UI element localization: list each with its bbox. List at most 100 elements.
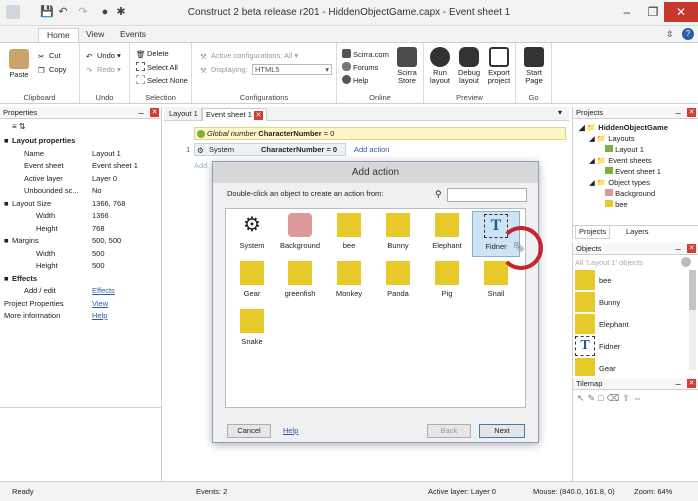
objects-list-item-gear[interactable]: Gear xyxy=(575,358,685,376)
help-link[interactable]: Help xyxy=(342,75,368,85)
view-link[interactable]: View xyxy=(92,298,108,310)
section-effects[interactable]: ■ Effects xyxy=(4,273,160,286)
global-variable-row[interactable]: Global number CharacterNumber = 0 xyxy=(194,127,566,140)
eraser-icon[interactable]: ⌫ xyxy=(607,393,623,403)
cancel-button[interactable]: Cancel xyxy=(227,424,271,438)
prop-name[interactable]: Name Layout 1 xyxy=(4,148,160,161)
chevron-icon[interactable]: ⇳ xyxy=(666,29,674,40)
tree-layouts[interactable]: ◢ 📁 Layouts xyxy=(579,133,689,144)
prop-effects[interactable]: Add / edit Effects xyxy=(4,285,160,298)
start-page-button[interactable]: Start Page xyxy=(521,47,547,85)
run-layout-button[interactable]: Run layout xyxy=(427,47,453,85)
restore-button[interactable]: ❐ xyxy=(640,2,666,22)
pencil-icon[interactable]: ✎ xyxy=(588,393,599,403)
tab-close-icon[interactable]: ✕ xyxy=(253,111,263,120)
prop-layout-width[interactable]: Width 1366 xyxy=(4,210,160,223)
scirra-store-button[interactable]: Scirra Store xyxy=(393,47,421,85)
effects-link[interactable]: Effects xyxy=(92,285,115,297)
object-system[interactable]: ⚙ System xyxy=(228,211,276,257)
redo-button[interactable]: ↷ Redo ▾ xyxy=(86,65,121,75)
prop-layout-size[interactable]: ■ Layout Size 1366, 768 xyxy=(4,198,160,211)
search-input[interactable] xyxy=(447,188,527,202)
prop-layout-height[interactable]: Height 768 xyxy=(4,223,160,236)
objects-scrollbar[interactable] xyxy=(689,270,696,370)
displaying-select[interactable]: HTML5 ▾ xyxy=(252,64,332,75)
prop-margins[interactable]: ■ Margins 500, 500 xyxy=(4,235,160,248)
tree-bee[interactable]: bee xyxy=(579,199,689,207)
export-project-button[interactable]: Export project xyxy=(485,47,513,85)
tree-event-sheet-1[interactable]: Event sheet 1 xyxy=(579,166,689,177)
tree-object-types[interactable]: ◢ 📁 Object types xyxy=(579,177,689,188)
properties-close-icon[interactable]: ✕ xyxy=(150,108,159,117)
mirror-icon[interactable]: ⇔ xyxy=(633,393,645,403)
projects-close-icon[interactable]: ✕ xyxy=(687,108,696,117)
tab-events[interactable]: Events xyxy=(112,28,154,42)
doc-tab-event-sheet[interactable]: Event sheet 1 ✕ xyxy=(202,108,267,121)
tab-home[interactable]: Home xyxy=(38,28,79,42)
debug-layout-button[interactable]: Debug layout xyxy=(456,47,482,85)
object-monkey[interactable]: Monkey xyxy=(325,259,373,305)
paste-button[interactable]: Paste xyxy=(6,49,32,79)
prop-margins-height[interactable]: Height 500 xyxy=(4,260,160,273)
objects-close-icon[interactable]: ✕ xyxy=(687,244,696,253)
forums-link[interactable]: Forums xyxy=(342,62,378,72)
minimize-button[interactable]: – xyxy=(614,2,640,22)
object-bunny[interactable]: Bunny xyxy=(374,211,422,257)
scirra-link[interactable]: Scirra.com xyxy=(342,49,389,59)
object-gear[interactable]: Gear xyxy=(228,259,276,305)
doc-tab-layout[interactable]: Layout 1 xyxy=(166,108,202,121)
help-icon[interactable]: ? xyxy=(682,28,694,40)
pin-icon[interactable]: ⚊ xyxy=(675,379,681,387)
prop-active-layer[interactable]: Active layer Layer 0 xyxy=(4,173,160,186)
prop-more-information[interactable]: More information Help xyxy=(4,310,160,323)
object-snake[interactable]: Snake xyxy=(228,307,276,353)
pin-icon[interactable]: ⚊ xyxy=(138,108,144,116)
rectangle-icon[interactable]: □ xyxy=(598,393,606,403)
back-button[interactable]: Back xyxy=(427,424,471,438)
objects-list-item-bee[interactable]: bee xyxy=(575,270,685,292)
prop-project-properties[interactable]: Project Properties View xyxy=(4,298,160,311)
event-condition[interactable]: ⚙ System CharacterNumber = 0 xyxy=(194,143,346,156)
tab-layers[interactable]: Layers xyxy=(623,226,652,238)
object-elephant[interactable]: Elephant xyxy=(423,211,471,257)
copy-button[interactable]: ❐ Copy xyxy=(38,65,67,75)
prop-event-sheet[interactable]: Event sheet Event sheet 1 xyxy=(4,160,160,173)
select-all-button[interactable]: Select All xyxy=(136,62,178,72)
flip-icon[interactable]: ⇧ xyxy=(622,393,633,403)
help-link[interactable]: Help xyxy=(92,310,107,322)
add-action-link[interactable]: Add action xyxy=(354,145,389,154)
sort-icons[interactable]: ≡ ⇅ xyxy=(12,122,26,131)
object-background[interactable]: Background xyxy=(276,211,324,257)
tilemap-close-icon[interactable]: ✕ xyxy=(687,379,696,388)
objects-list-item-bunny[interactable]: Bunny xyxy=(575,292,685,314)
pin-icon[interactable]: ⚊ xyxy=(675,244,681,252)
active-configurations-dropdown[interactable]: ⚒ Active configurations: All ▾ xyxy=(200,51,298,61)
tabs-dropdown-icon[interactable]: ▾ xyxy=(558,108,562,117)
tab-view[interactable]: View xyxy=(78,28,112,42)
tree-background[interactable]: Background xyxy=(579,188,689,199)
pointer-icon[interactable]: ↖ xyxy=(577,393,588,403)
add-event-link[interactable]: Add xyxy=(194,161,207,170)
next-button[interactable]: Next xyxy=(479,424,525,438)
objects-list-item-elephant[interactable]: Elephant xyxy=(575,314,685,336)
cut-button[interactable]: ✂ Cut xyxy=(38,51,61,61)
tree-event-sheets[interactable]: ◢ 📁 Event sheets xyxy=(579,155,689,166)
prop-margins-width[interactable]: Width 500 xyxy=(4,248,160,261)
delete-button[interactable]: 🗑Delete xyxy=(136,49,169,59)
tree-root[interactable]: ◢ 📁 HiddenObjectGame xyxy=(579,122,689,133)
close-button[interactable]: ✕ xyxy=(664,2,698,22)
pin-icon[interactable]: ⚊ xyxy=(675,108,681,116)
object-pig[interactable]: Pig xyxy=(423,259,471,305)
select-none-button[interactable]: Select None xyxy=(136,75,188,85)
section-layout-properties[interactable]: Layout properties ■ xyxy=(4,135,160,148)
object-greenfish[interactable]: greenfish xyxy=(276,259,324,305)
object-panda[interactable]: Panda xyxy=(374,259,422,305)
tree-layout-1[interactable]: Layout 1 xyxy=(579,144,689,155)
prop-unbounded[interactable]: Unbounded sc... No xyxy=(4,185,160,198)
dialog-help-link[interactable]: Help xyxy=(283,426,298,435)
object-bee[interactable]: bee xyxy=(325,211,373,257)
filter-toggle-icon[interactable] xyxy=(681,257,691,267)
objects-list-item-fidner[interactable]: T Fidner xyxy=(575,336,685,358)
undo-button[interactable]: ↶ Undo ▾ xyxy=(86,51,121,61)
tab-projects[interactable]: Projects xyxy=(575,226,611,239)
